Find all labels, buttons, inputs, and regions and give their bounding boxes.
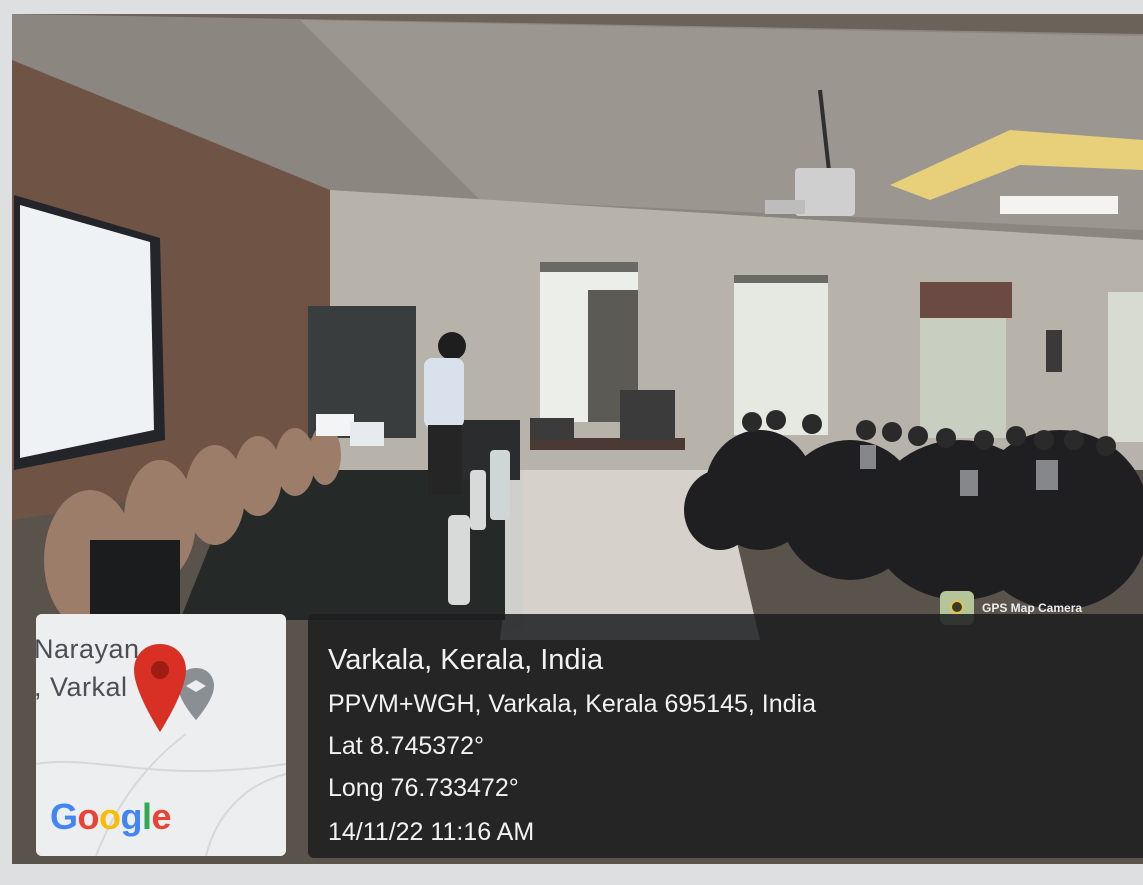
google-letter-o2: o: [99, 796, 121, 837]
longitude-line: Long 76.733472°: [328, 774, 519, 802]
google-letter-l: l: [142, 796, 152, 837]
location-title: Varkala, Kerala, India: [328, 644, 604, 676]
map-thumbnail[interactable]: Narayan , Varkal Google: [36, 614, 286, 856]
google-letter-g2: g: [120, 796, 143, 837]
address-line: PPVM+WGH, Varkala, Kerala 695145, India: [328, 690, 816, 718]
location-info-overlay: Varkala, Kerala, India PPVM+WGH, Varkala…: [308, 614, 1143, 858]
location-pin-icon: [134, 644, 186, 732]
datetime-line: 14/11/22 11:16 AM: [328, 818, 535, 846]
google-logo: Google: [50, 796, 172, 838]
google-letter-g: G: [50, 796, 78, 837]
latitude-line: Lat 8.745372°: [328, 732, 484, 760]
google-letter-e: e: [151, 796, 172, 837]
map-place-label-1: Narayan: [36, 634, 140, 664]
map-place-label-2: , Varkal: [36, 672, 128, 702]
gps-map-camera-label: GPS Map Camera: [982, 601, 1083, 615]
google-letter-o1: o: [77, 796, 100, 837]
photo-frame: Narayan , Varkal Google GPS Map Camera V…: [0, 0, 1143, 885]
